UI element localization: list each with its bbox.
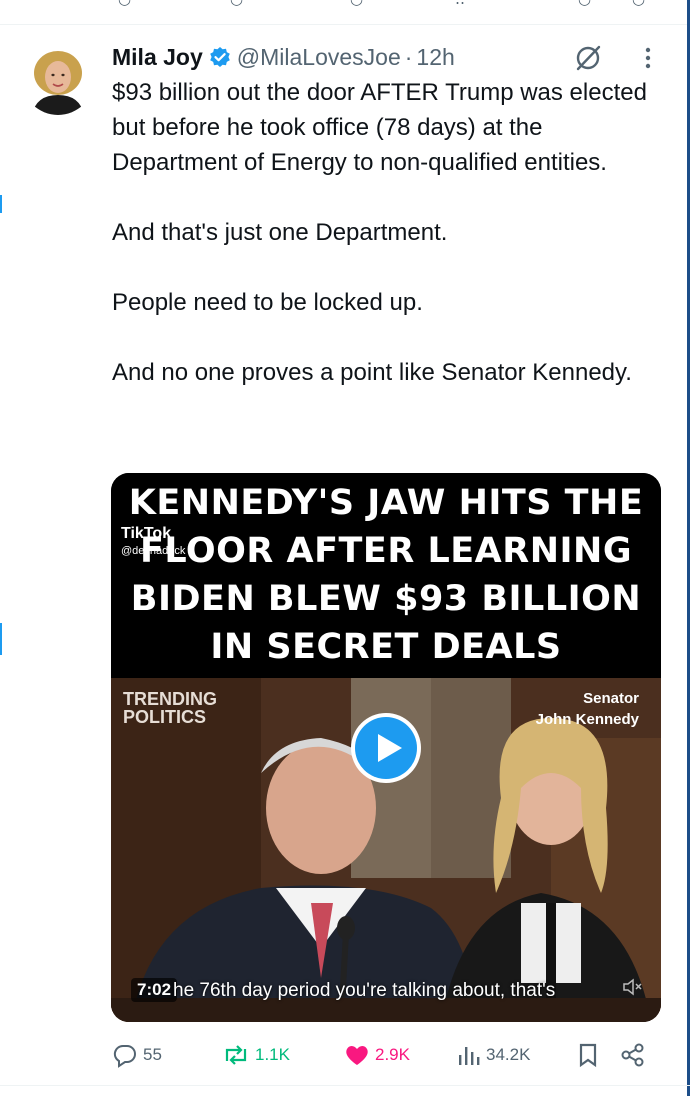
author-name[interactable]: Mila Joy (112, 44, 203, 71)
video-title-line: BIDEN BLEW $93 BILLION (130, 579, 642, 619)
views-button[interactable]: 34.2K (456, 1040, 530, 1070)
tweet-body: $93 billion out the door AFTER Trump was… (112, 75, 657, 390)
heart-icon (346, 1046, 368, 1065)
tweet-paragraph: And that's just one Department. (112, 219, 448, 246)
grok-icon[interactable] (572, 42, 604, 74)
tiktok-watermark: TikTok (121, 525, 172, 542)
like-button[interactable]: 2.9K (343, 1040, 410, 1070)
brand-line: TRENDING (123, 689, 217, 709)
like-icon[interactable]: ◡ (350, 0, 363, 8)
view-count: 34.2K (486, 1045, 531, 1064)
tweet-paragraph: And no one proves a point like Senator K… (112, 359, 632, 386)
tweet-paragraph: People need to be locked up. (112, 289, 423, 316)
avatar[interactable] (22, 43, 94, 115)
video-caption: he 76th day period you're talking about,… (173, 980, 556, 1001)
play-button[interactable] (351, 713, 421, 783)
edge-mark (0, 195, 2, 213)
tweet-actions: 55 1.1K 2.9K 34.2K (111, 1040, 671, 1070)
like-count: 2.9K (375, 1045, 410, 1064)
speaker-name: John Kennedy (535, 711, 639, 728)
video-title-line: KENNEDY'S JAW HITS THE (128, 483, 644, 523)
views-icon[interactable]: ‥ (455, 0, 465, 8)
bookmark-icon (579, 1043, 597, 1068)
separator: · (404, 43, 413, 70)
tweet-paragraph: $93 billion out the door AFTER Trump was… (112, 79, 647, 176)
repost-icon (225, 1045, 247, 1065)
edge-mark (0, 623, 2, 655)
views-icon (459, 1047, 480, 1065)
reply-button[interactable]: 55 (111, 1040, 162, 1070)
speaker-title: Senator (583, 690, 639, 707)
repost-count: 1.1K (255, 1045, 290, 1064)
bookmark-icon[interactable]: ◡ (578, 0, 591, 8)
video-title-line: IN SECRET DEALS (210, 627, 562, 667)
repost-icon[interactable]: ◡ (230, 0, 243, 8)
video-duration: 7:02 (131, 978, 178, 1002)
bookmark-button[interactable] (576, 1040, 604, 1070)
author-handle[interactable]: @MilaLovesJoe (237, 44, 401, 71)
trending-politics-logo: TRENDING POLITICS (123, 690, 217, 726)
reply-icon (113, 1044, 136, 1068)
timestamp[interactable]: 12h (416, 44, 454, 71)
divider (0, 1085, 690, 1086)
share-button[interactable] (619, 1040, 651, 1070)
previous-tweet-actions: ◡ ◡ ◡ ‥ ◡ ◡ (0, 0, 690, 24)
video-player[interactable]: KENNEDY'S JAW HITS THE FLOOR AFTER LEARN… (111, 473, 661, 1022)
divider (0, 24, 690, 25)
repost-button[interactable]: 1.1K (221, 1040, 290, 1070)
video-title-banner: KENNEDY'S JAW HITS THE FLOOR AFTER LEARN… (111, 473, 661, 678)
verified-badge-icon (209, 46, 231, 68)
share-icon (621, 1043, 644, 1067)
reply-icon[interactable]: ◡ (118, 0, 131, 8)
speaker-label: Senator John Kennedy (536, 688, 639, 730)
tweet-header: Mila Joy @MilaLovesJoe · 12h (112, 40, 455, 74)
video-title-line: FLOOR AFTER LEARNING (139, 531, 633, 571)
more-options-icon[interactable] (638, 44, 658, 72)
mute-icon[interactable] (621, 976, 643, 998)
brand-line: POLITICS (123, 707, 207, 727)
play-icon (355, 717, 417, 779)
tiktok-handle: @deshadeck (121, 545, 186, 557)
reply-count: 55 (143, 1045, 162, 1064)
share-icon[interactable]: ◡ (632, 0, 645, 8)
